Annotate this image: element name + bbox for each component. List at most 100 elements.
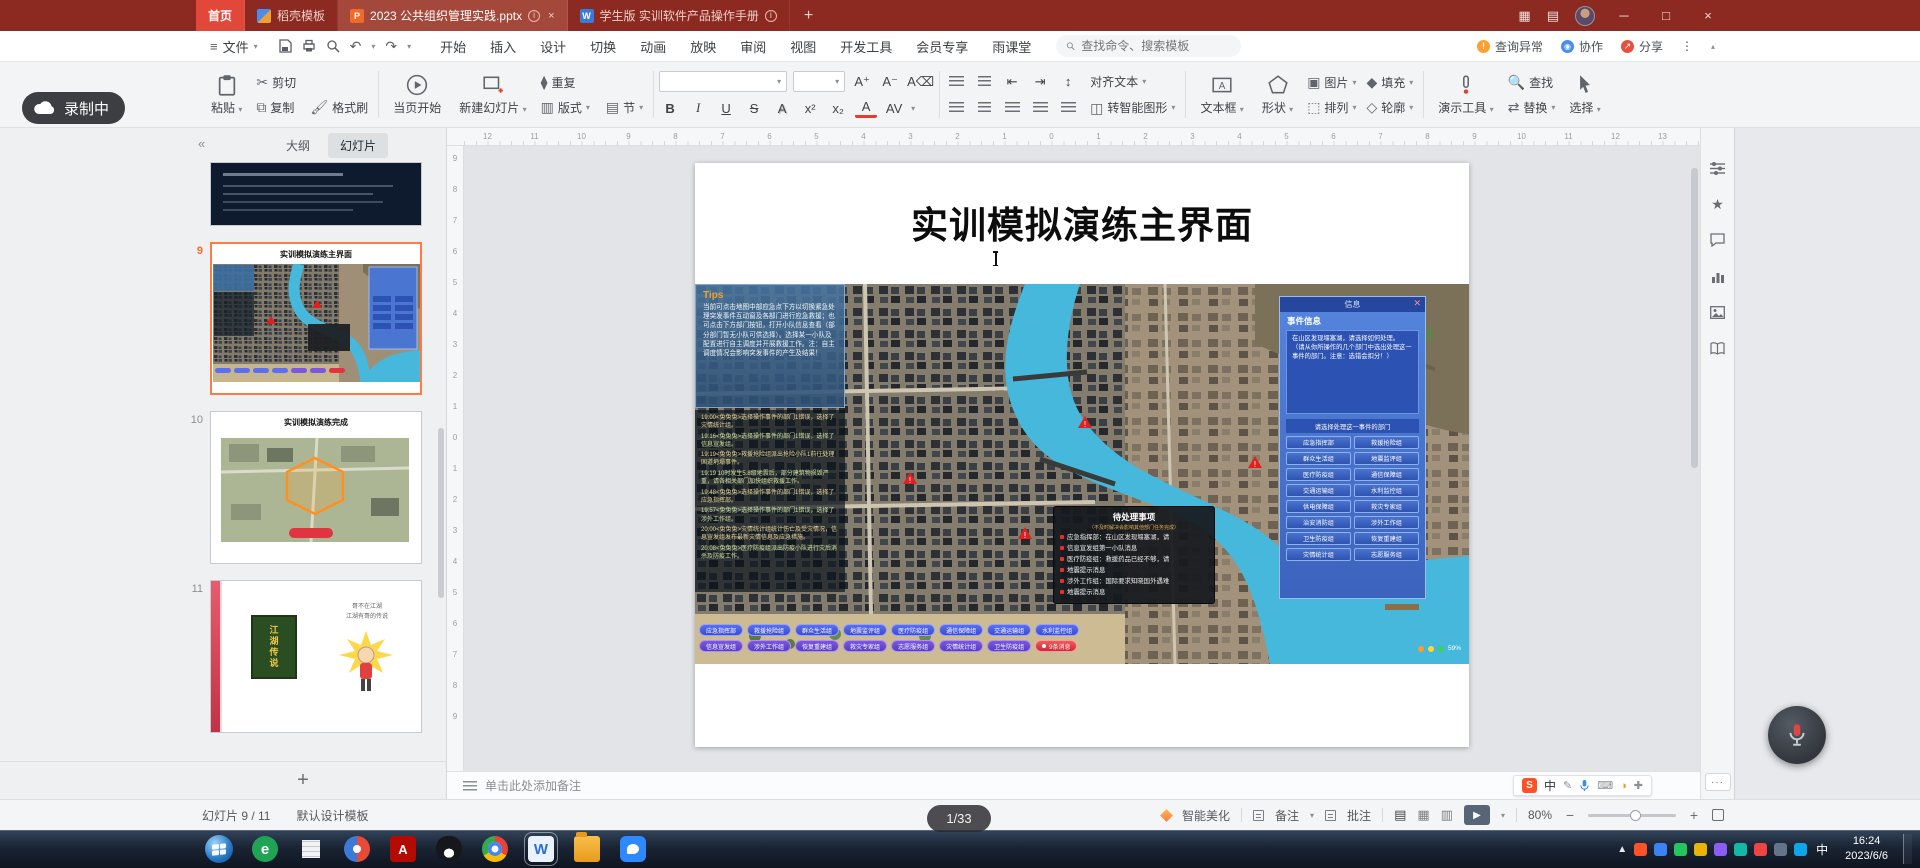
department-button[interactable]: 水利监控组 xyxy=(1354,484,1419,497)
abnormal-check-button[interactable]: !查询异常 xyxy=(1477,38,1543,55)
underline-button[interactable]: U xyxy=(715,98,737,118)
menu-tab[interactable]: 会员专享 xyxy=(905,32,979,61)
acrobat-icon[interactable]: A xyxy=(380,830,426,868)
chrome-icon[interactable] xyxy=(472,830,518,868)
fullscreen-icon[interactable] xyxy=(1712,809,1724,821)
add-slide-button[interactable]: + xyxy=(288,768,318,794)
recording-indicator[interactable]: 录制中 xyxy=(22,92,125,124)
tray-sogou-icon[interactable] xyxy=(1634,843,1647,856)
comment-icon[interactable] xyxy=(1706,228,1730,252)
undo-caret-icon[interactable]: ▾ xyxy=(371,42,375,51)
messages-badge[interactable]: 9条消息 xyxy=(1035,640,1077,652)
text-shadow-button[interactable]: A xyxy=(771,98,793,118)
map-department-button[interactable]: 救灾专家组 xyxy=(843,640,887,652)
wechat-work-icon[interactable] xyxy=(610,830,656,868)
font-color-button[interactable]: A xyxy=(855,98,877,118)
doc-info-icon[interactable]: i xyxy=(528,10,540,22)
command-search[interactable] xyxy=(1056,35,1241,57)
strikethrough-button[interactable]: S xyxy=(743,98,765,118)
menu-tab[interactable]: 设计 xyxy=(529,32,577,61)
search-input[interactable] xyxy=(1081,39,1231,53)
outline-button[interactable]: ◇轮廓▾ xyxy=(1361,98,1418,117)
keyboard-icon[interactable]: ⌨ xyxy=(1597,779,1613,792)
department-button[interactable]: 通信保障组 xyxy=(1354,468,1419,481)
department-button[interactable]: 供电保障组 xyxy=(1286,500,1351,513)
align-center-button[interactable] xyxy=(973,98,995,118)
pencil-icon[interactable]: ✎ xyxy=(1563,779,1572,792)
close-icon[interactable]: ✕ xyxy=(1413,298,1421,309)
replace-button[interactable]: ⇄替换▾ xyxy=(1503,98,1561,117)
tray-app-icon[interactable] xyxy=(1714,843,1727,856)
notes-bar[interactable]: 单击此处添加备注 S 中 ✎ ⌨ ◑ ✚ xyxy=(447,771,1700,799)
maximize-button[interactable]: □ xyxy=(1653,8,1679,23)
tray-security-icon[interactable] xyxy=(1674,843,1687,856)
skin-icon[interactable]: ◑ xyxy=(1620,780,1627,792)
ime-mode-indicator[interactable]: 中 xyxy=(1544,777,1556,794)
notes-caret-icon[interactable]: ▾ xyxy=(1310,811,1314,820)
toolbox-icon[interactable]: ✚ xyxy=(1634,779,1643,792)
zoom-slider[interactable] xyxy=(1588,814,1676,817)
tab-manual[interactable]: W 学生版 实训软件产品操作手册 i xyxy=(568,0,790,31)
notepad-icon[interactable] xyxy=(288,830,334,868)
department-button[interactable]: 交通运输组 xyxy=(1286,484,1351,497)
character-spacing-button[interactable]: AV xyxy=(883,98,905,118)
map-department-button[interactable]: 志愿服务组 xyxy=(891,640,935,652)
clear-format-button[interactable]: A⌫ xyxy=(907,72,934,92)
section-button[interactable]: ▤节▾ xyxy=(601,98,648,117)
redo-icon[interactable]: ↷ xyxy=(385,38,397,55)
tray-volume-icon[interactable] xyxy=(1774,843,1787,856)
subscript-button[interactable]: x₂ xyxy=(827,98,849,118)
department-button[interactable]: 卫生防疫组 xyxy=(1286,532,1351,545)
tray-recorder-icon[interactable] xyxy=(1754,843,1767,856)
department-button[interactable]: 恢复重建组 xyxy=(1354,532,1419,545)
properties-icon[interactable] xyxy=(1706,156,1730,180)
department-button[interactable]: 涉外工作组 xyxy=(1354,516,1419,529)
decrease-font-button[interactable]: A⁻ xyxy=(879,72,901,92)
department-button[interactable]: 灾情统计组 xyxy=(1286,548,1351,561)
panel-scrollbar[interactable] xyxy=(438,428,444,598)
font-size-select[interactable]: ▾ xyxy=(793,71,845,92)
copy-button[interactable]: ⧉复制 xyxy=(251,98,299,117)
decrease-indent-button[interactable]: ⇤ xyxy=(1001,72,1023,92)
print-icon[interactable] xyxy=(302,39,316,53)
menu-tab[interactable]: 切换 xyxy=(579,32,627,61)
slide-9-thumbnail[interactable]: 实训模拟演练主界面 xyxy=(210,242,422,395)
tab-home[interactable]: 首页 xyxy=(196,0,245,31)
save-icon[interactable] xyxy=(278,39,292,53)
simulation-screenshot[interactable]: ! ! ! ! Tips 当前可点击地图中部应急点下方以切换紧急处理突发事件互动… xyxy=(695,284,1469,664)
wps-icon[interactable]: W xyxy=(518,830,564,868)
voice-input-icon[interactable] xyxy=(1579,779,1590,792)
select-button[interactable]: 选择 ▾ xyxy=(1560,65,1609,124)
department-button[interactable]: 救灾专家组 xyxy=(1354,500,1419,513)
map-department-button[interactable]: 通信保障组 xyxy=(939,624,983,636)
undo-icon[interactable]: ↶ xyxy=(350,38,362,55)
map-department-button[interactable]: 交通运输组 xyxy=(987,624,1031,636)
close-button[interactable]: × xyxy=(1695,8,1721,23)
slide-9-editing-surface[interactable]: 实训模拟演练主界面 xyxy=(695,163,1469,747)
menu-tab[interactable]: 开始 xyxy=(429,32,477,61)
new-slide-button[interactable]: 新建幻灯片 ▾ xyxy=(450,65,535,124)
map-department-button[interactable]: 涉外工作组 xyxy=(747,640,791,652)
preview-icon[interactable] xyxy=(326,39,340,53)
department-button[interactable]: 应急指挥部 xyxy=(1286,436,1351,449)
doc-info-icon[interactable]: i xyxy=(765,10,777,22)
horizontal-ruler[interactable]: 121110987654321012345678910111213 xyxy=(447,128,1700,146)
share-button[interactable]: ↗分享 xyxy=(1621,38,1663,55)
menu-tab[interactable]: 动画 xyxy=(629,32,677,61)
menu-tab[interactable]: 视图 xyxy=(779,32,827,61)
paste-button[interactable]: 粘贴 ▾ xyxy=(202,65,251,124)
pin-tool-icon[interactable] xyxy=(334,830,380,868)
fill-button[interactable]: ◆填充▾ xyxy=(1361,73,1418,92)
menu-tab[interactable]: 放映 xyxy=(679,32,727,61)
increase-indent-button[interactable]: ⇥ xyxy=(1029,72,1051,92)
map-department-button[interactable]: 卫生防疫组 xyxy=(987,640,1031,652)
align-right-button[interactable] xyxy=(1001,98,1023,118)
department-button[interactable]: 治安消防组 xyxy=(1286,516,1351,529)
sogou-logo-icon[interactable]: S xyxy=(1522,778,1537,793)
tab-docer[interactable]: 稻壳模板 xyxy=(245,0,338,31)
duplicate-button[interactable]: ⧫重复 xyxy=(536,73,649,92)
format-painter-button[interactable]: 🖌格式刷 xyxy=(305,98,373,117)
normal-view-button[interactable]: ▤ xyxy=(1394,807,1406,823)
tab-document[interactable]: P 2023 公共组织管理实践.pptx i × xyxy=(338,0,567,31)
cut-button[interactable]: ✂剪切 xyxy=(251,73,373,92)
